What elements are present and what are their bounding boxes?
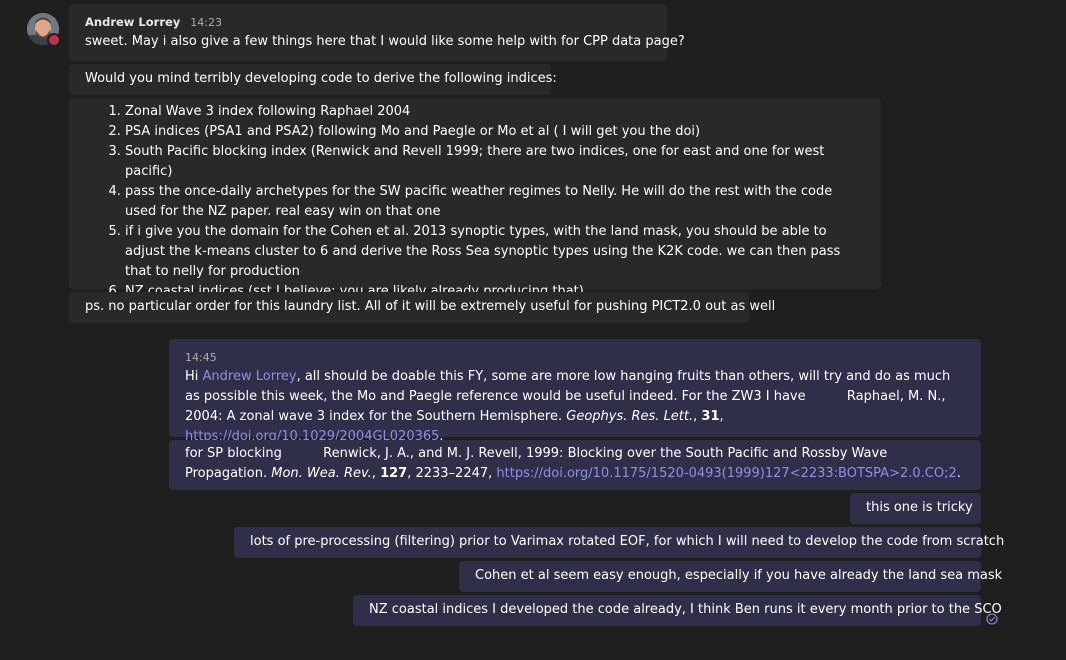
outgoing-message[interactable]: for SP blocking Renwick, J. A., and M. J… bbox=[169, 440, 981, 490]
greeting-text: Hi bbox=[185, 369, 203, 384]
message-text: lots of pre-processing (filtering) prior… bbox=[250, 534, 1005, 549]
separator: , bbox=[371, 466, 381, 481]
journal-name: Mon. Wea. Rev. bbox=[271, 466, 372, 481]
message-header: Andrew Lorrey 14:23 bbox=[85, 14, 651, 31]
outgoing-message[interactable]: this one is tricky bbox=[850, 493, 981, 524]
message-text: Cohen et al seem easy enough, especially… bbox=[475, 568, 1003, 583]
mention-andrew-lorrey[interactable]: Andrew Lorrey bbox=[203, 369, 297, 384]
separator: . bbox=[956, 466, 961, 481]
message-text: NZ coastal indices I developed the code … bbox=[369, 602, 1002, 617]
indices-list: Zonal Wave 3 index following Raphael 200… bbox=[85, 102, 851, 302]
list-item: if i give you the domain for the Cohen e… bbox=[125, 222, 851, 282]
message-text: sweet. May i also give a few things here… bbox=[85, 34, 685, 49]
incoming-message-list[interactable]: Zonal Wave 3 index following Raphael 200… bbox=[69, 98, 881, 299]
message-text: ps. no particular order for this laundry… bbox=[85, 299, 776, 314]
outgoing-message[interactable]: Cohen et al seem easy enough, especially… bbox=[459, 561, 1003, 592]
incoming-message[interactable]: Would you mind terribly developing code … bbox=[69, 64, 557, 95]
doi-link[interactable]: https://doi.org/10.1175/1520-0493(1999)1… bbox=[496, 466, 956, 481]
message-header: 14:45 bbox=[185, 349, 967, 366]
journal-name: Geophys. Res. Lett. bbox=[566, 409, 694, 424]
list-item: Zonal Wave 3 index following Raphael 200… bbox=[125, 102, 851, 122]
message-text: Would you mind terribly developing code … bbox=[85, 71, 557, 86]
separator: , bbox=[719, 409, 724, 424]
timestamp: 14:45 bbox=[185, 351, 217, 364]
outgoing-message[interactable]: 14:45 Hi Andrew Lorrey, all should be do… bbox=[169, 339, 981, 444]
outgoing-message[interactable]: NZ coastal indices I developed the code … bbox=[353, 595, 1002, 626]
incoming-message[interactable]: Andrew Lorrey 14:23 sweet. May i also giv… bbox=[69, 4, 685, 61]
list-item: pass the once-daily archetypes for the S… bbox=[125, 182, 851, 222]
timestamp: 14:23 bbox=[190, 16, 222, 29]
list-item: PSA indices (PSA1 and PSA2) following Mo… bbox=[125, 122, 851, 142]
author-name[interactable]: Andrew Lorrey bbox=[85, 15, 180, 29]
volume-number: 127 bbox=[380, 466, 408, 481]
message-text: this one is tricky bbox=[866, 500, 973, 515]
outgoing-message[interactable]: lots of pre-processing (filtering) prior… bbox=[234, 527, 1005, 558]
volume-number: 31 bbox=[701, 409, 720, 424]
pages-text: , 2233–2247, bbox=[407, 466, 497, 481]
message-text: for SP blocking Renwick, J. A., and M. J… bbox=[185, 444, 967, 484]
read-receipt-icon bbox=[986, 613, 998, 625]
list-item: South Pacific blocking index (Renwick an… bbox=[125, 142, 851, 182]
incoming-message[interactable]: ps. no particular order for this laundry… bbox=[69, 292, 776, 323]
message-text: Hi Andrew Lorrey, all should be doable t… bbox=[185, 367, 967, 447]
presence-busy-icon bbox=[47, 33, 61, 47]
